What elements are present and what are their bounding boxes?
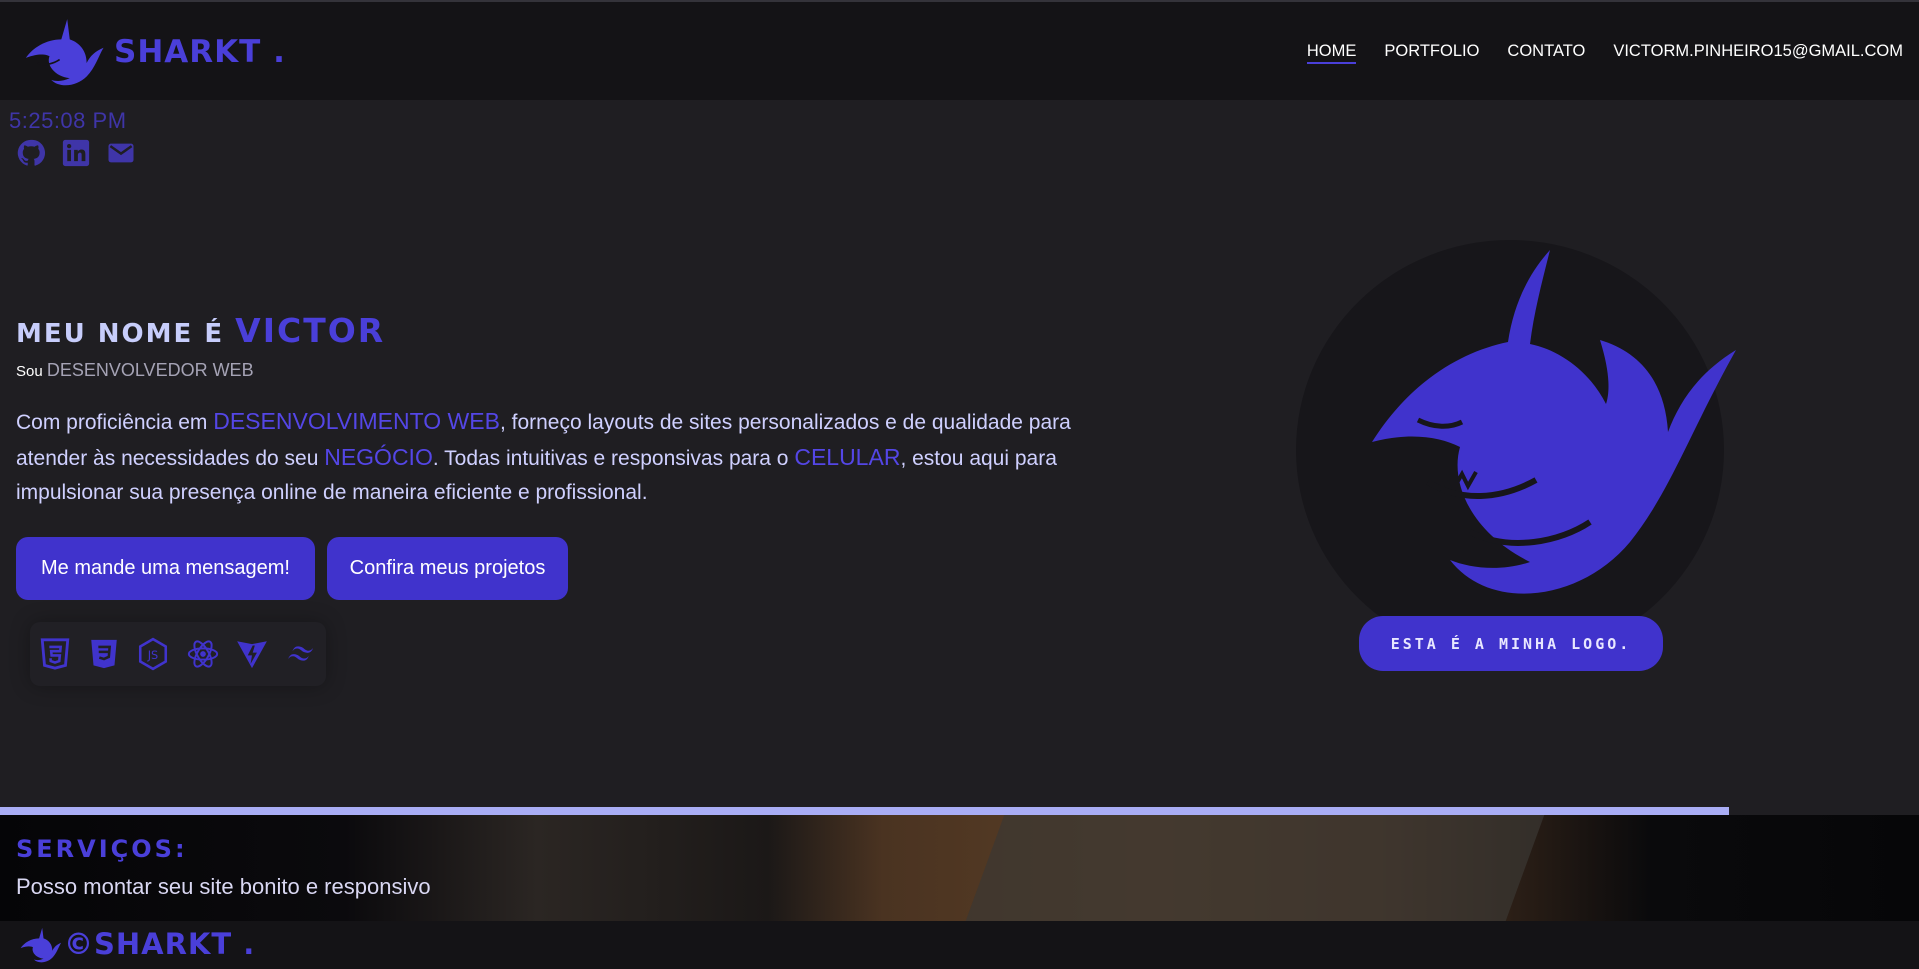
footer-copyright: ©SHARKT . <box>64 927 256 961</box>
nodejs-icon: JS <box>136 637 170 671</box>
linkedin-icon[interactable] <box>61 138 91 168</box>
desc-highlight-celular: CELULAR <box>794 444 901 470</box>
shark-logo-icon <box>25 19 104 86</box>
hero-subtitle-prefix: Sou <box>16 363 47 380</box>
services-section: SERVIÇOS: Posso montar seu site bonito e… <box>0 815 1919 921</box>
desc-text-1: Com proficiência em <box>16 411 214 434</box>
services-text: Posso montar seu site bonito e responsiv… <box>16 874 431 899</box>
tailwind-icon <box>284 637 318 671</box>
mail-icon[interactable] <box>106 138 136 168</box>
services-title: SERVIÇOS: <box>16 835 188 863</box>
logo-badge: ESTA É A MINHA LOGO. <box>1359 616 1663 671</box>
main-nav: HOME PORTFOLIO CONTATO VICTORM.PINHEIRO1… <box>1306 42 1903 64</box>
desc-text-3: . Todas intuitivas e responsivas para o <box>432 447 795 470</box>
brand-name: SHARKT . <box>114 34 286 70</box>
shark-logo-large-icon <box>1372 250 1736 594</box>
desc-highlight-web: DESENVOLVIMENTO WEB <box>213 408 500 434</box>
hero-title: MEU NOME É VICTOR <box>16 311 385 350</box>
send-message-button[interactable]: Me mande uma mensagem! <box>16 537 315 600</box>
section-divider <box>0 807 1729 815</box>
top-navbar: SHARKT . HOME PORTFOLIO CONTATO VICTORM.… <box>0 0 1919 100</box>
css3-icon <box>87 637 121 671</box>
desc-highlight-negocio: NEGÓCIO <box>324 444 433 470</box>
tech-stack: JS <box>30 622 326 686</box>
hero-title-prefix: MEU NOME É <box>16 319 236 349</box>
shark-logo-footer-icon <box>20 927 62 963</box>
hero-title-name: VICTOR <box>235 311 386 350</box>
hero-description: Com proficiência em DESENVOLVIMENTO WEB,… <box>16 404 1116 510</box>
view-projects-button[interactable]: Confira meus projetos <box>327 537 568 600</box>
vite-icon <box>235 637 269 671</box>
background-paper <box>965 815 1545 921</box>
hero-role: DESENVOLVEDOR WEB <box>46 360 254 380</box>
footer: ©SHARKT . <box>0 921 1919 969</box>
nav-home-link[interactable]: HOME <box>1306 42 1357 64</box>
brand[interactable]: SHARKT . <box>20 14 286 90</box>
nav-portfolio-link[interactable]: PORTFOLIO <box>1384 42 1479 64</box>
svg-text:JS: JS <box>147 648 159 662</box>
html5-icon <box>38 637 72 671</box>
github-icon[interactable] <box>16 138 46 168</box>
nav-contato-link[interactable]: CONTATO <box>1507 42 1585 64</box>
nav-email-link[interactable]: VICTORM.PINHEIRO15@GMAIL.COM <box>1613 42 1903 64</box>
react-icon <box>186 637 220 671</box>
hero-subtitle: Sou DESENVOLVEDOR WEB <box>16 360 254 381</box>
clock: 5:25:08 PM <box>9 108 127 133</box>
social-links <box>16 138 136 168</box>
